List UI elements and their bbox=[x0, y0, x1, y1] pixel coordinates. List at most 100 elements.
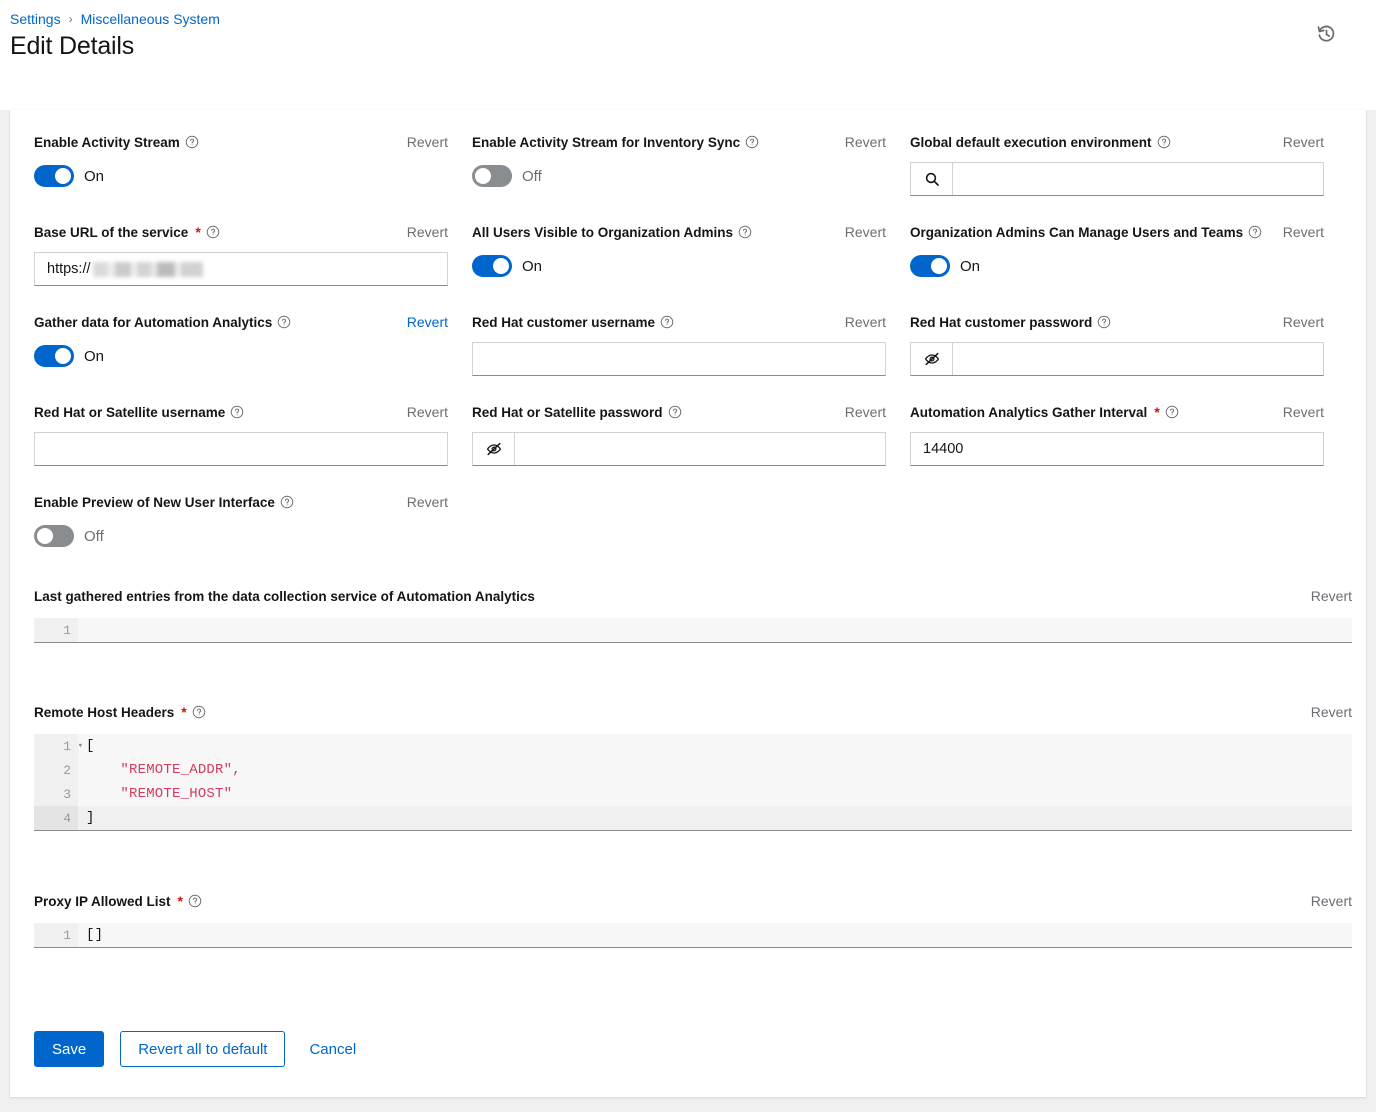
red-hat-or-satellite-username-input[interactable] bbox=[35, 433, 447, 465]
line-content[interactable]: ] bbox=[78, 806, 1352, 830]
field-label: All Users Visible to Organization Admins bbox=[472, 225, 752, 240]
field-red-hat-customer-password: Red Hat customer password Revert bbox=[910, 312, 1324, 376]
toggle-enable-activity-stream-inventory-sync[interactable] bbox=[472, 165, 512, 187]
base-url-input[interactable]: https:// bbox=[35, 253, 447, 285]
question-circle-icon[interactable] bbox=[1157, 135, 1171, 149]
revert-link[interactable]: Revert bbox=[1311, 704, 1352, 720]
section-remote-host-headers: Remote Host Headers * Revert 1 ▾ [ 2 "REM… bbox=[34, 702, 1352, 831]
question-circle-icon[interactable] bbox=[230, 405, 244, 419]
field-header: Red Hat customer username Revert bbox=[472, 312, 886, 332]
history-icon[interactable] bbox=[1312, 20, 1340, 48]
line-content[interactable]: "REMOTE_HOST" bbox=[78, 782, 1352, 806]
question-circle-icon[interactable] bbox=[280, 495, 294, 509]
question-circle-icon[interactable] bbox=[277, 315, 291, 329]
required-marker: * bbox=[178, 893, 183, 909]
editor-line: 4 ] bbox=[34, 806, 1352, 830]
toggle-enable-activity-stream[interactable] bbox=[34, 165, 74, 187]
eye-slash-icon[interactable] bbox=[473, 433, 515, 465]
proxy-ip-allowed-list-editor[interactable]: 1 [] bbox=[34, 923, 1352, 948]
toggle-state-label: On bbox=[84, 348, 104, 365]
question-circle-icon[interactable] bbox=[738, 225, 752, 239]
red-hat-customer-password-input[interactable] bbox=[953, 343, 1323, 375]
revert-link[interactable]: Revert bbox=[845, 134, 886, 150]
line-content[interactable]: [] bbox=[78, 923, 1352, 947]
question-circle-icon[interactable] bbox=[1097, 315, 1111, 329]
code-token: [ bbox=[86, 738, 95, 754]
toggle-gather-data-for-automation-analytics[interactable] bbox=[34, 345, 74, 367]
question-circle-icon[interactable] bbox=[745, 135, 759, 149]
line-content[interactable]: "REMOTE_ADDR", bbox=[78, 758, 1352, 782]
revert-link[interactable]: Revert bbox=[407, 134, 448, 150]
question-circle-icon[interactable] bbox=[1165, 405, 1179, 419]
red-hat-or-satellite-password-input[interactable] bbox=[515, 433, 885, 465]
toggle-knob bbox=[931, 258, 947, 274]
field-header: Remote Host Headers * Revert bbox=[34, 702, 1352, 722]
revert-link[interactable]: Revert bbox=[1283, 404, 1324, 420]
question-circle-icon[interactable] bbox=[660, 315, 674, 329]
field-label-text: Remote Host Headers bbox=[34, 705, 174, 720]
revert-link[interactable]: Revert bbox=[407, 494, 448, 510]
field-label: Global default execution environment bbox=[910, 135, 1171, 150]
toggle-knob bbox=[475, 168, 491, 184]
field-label: Base URL of the service * bbox=[34, 224, 220, 240]
execution-environment-input[interactable] bbox=[953, 163, 1323, 195]
toggle-enable-preview-of-new-user-interface[interactable] bbox=[34, 525, 74, 547]
question-circle-icon[interactable] bbox=[188, 894, 202, 908]
question-circle-icon[interactable] bbox=[1248, 225, 1262, 239]
toggle-organization-admins-can-manage-users-and-teams[interactable] bbox=[910, 255, 950, 277]
breadcrumb-miscellaneous-system-link[interactable]: Miscellaneous System bbox=[81, 10, 220, 28]
toggle-state-label: Off bbox=[84, 528, 104, 545]
line-content[interactable] bbox=[78, 618, 1352, 642]
toggle-knob bbox=[37, 528, 53, 544]
revert-link[interactable]: Revert bbox=[1283, 224, 1324, 240]
cancel-button[interactable]: Cancel bbox=[301, 1031, 364, 1067]
field-row: Gather data for Automation Analytics Rev… bbox=[34, 312, 1352, 402]
field-label-text: Red Hat or Satellite username bbox=[34, 405, 225, 420]
revert-link[interactable]: Revert bbox=[407, 224, 448, 240]
field-red-hat-customer-username: Red Hat customer username Revert bbox=[472, 312, 886, 376]
revert-link[interactable]: Revert bbox=[845, 404, 886, 420]
form-actions: Save Revert all to default Cancel bbox=[34, 1031, 364, 1067]
revert-all-to-default-button[interactable]: Revert all to default bbox=[120, 1031, 285, 1067]
eye-slash-icon[interactable] bbox=[911, 343, 953, 375]
question-circle-icon[interactable] bbox=[185, 135, 199, 149]
revert-link[interactable]: Revert bbox=[407, 404, 448, 420]
remote-host-headers-editor[interactable]: 1▾ [ 2 "REMOTE_ADDR", 3 "REMOTE_HOST" 4 … bbox=[34, 734, 1352, 831]
revert-link[interactable]: Revert bbox=[845, 314, 886, 330]
last-gathered-entries-editor[interactable]: 1 bbox=[34, 618, 1352, 643]
save-button[interactable]: Save bbox=[34, 1031, 104, 1067]
line-number: 2 bbox=[34, 758, 78, 782]
question-circle-icon[interactable] bbox=[206, 225, 220, 239]
search-icon[interactable] bbox=[911, 163, 953, 195]
revert-link[interactable]: Revert bbox=[1311, 893, 1352, 909]
line-number-text: 1 bbox=[63, 739, 71, 754]
edit-details-card: Enable Activity Stream Revert On Ena bbox=[10, 110, 1366, 1097]
revert-link[interactable]: Revert bbox=[845, 224, 886, 240]
editor-line: 1 ▾ [ bbox=[34, 734, 1352, 758]
field-red-hat-or-satellite-username: Red Hat or Satellite username Revert bbox=[34, 402, 448, 466]
toggle-all-users-visible-to-organization-admins[interactable] bbox=[472, 255, 512, 277]
question-circle-icon[interactable] bbox=[668, 405, 682, 419]
question-circle-icon[interactable] bbox=[192, 705, 206, 719]
field-label-text: Global default execution environment bbox=[910, 135, 1152, 150]
field-label: Remote Host Headers * bbox=[34, 704, 206, 720]
breadcrumb-settings-link[interactable]: Settings bbox=[10, 10, 61, 28]
line-number: 1 bbox=[34, 923, 78, 947]
revert-link[interactable]: Revert bbox=[1283, 314, 1324, 330]
field-label-text: Red Hat customer username bbox=[472, 315, 655, 330]
field-organization-admins-can-manage-users-and-teams: Organization Admins Can Manage Users and… bbox=[910, 222, 1324, 286]
revert-link[interactable]: Revert bbox=[1283, 134, 1324, 150]
gather-interval-input[interactable]: 14400 bbox=[911, 433, 1323, 465]
revert-link[interactable]: Revert bbox=[407, 314, 448, 330]
field-label-text: Enable Preview of New User Interface bbox=[34, 495, 275, 510]
field-label: Proxy IP Allowed List * bbox=[34, 893, 202, 909]
line-content[interactable]: [ bbox=[78, 734, 1352, 758]
field-row: Red Hat or Satellite username Revert Red… bbox=[34, 402, 1352, 492]
field-label: Last gathered entries from the data coll… bbox=[34, 589, 535, 604]
toggle-state-label: Off bbox=[522, 168, 542, 185]
fold-arrow-icon[interactable]: ▾ bbox=[78, 741, 83, 751]
field-label: Organization Admins Can Manage Users and… bbox=[910, 225, 1262, 240]
code-token: "REMOTE_ADDR", bbox=[86, 762, 241, 778]
revert-link[interactable]: Revert bbox=[1311, 588, 1352, 604]
red-hat-customer-username-input[interactable] bbox=[473, 343, 885, 375]
